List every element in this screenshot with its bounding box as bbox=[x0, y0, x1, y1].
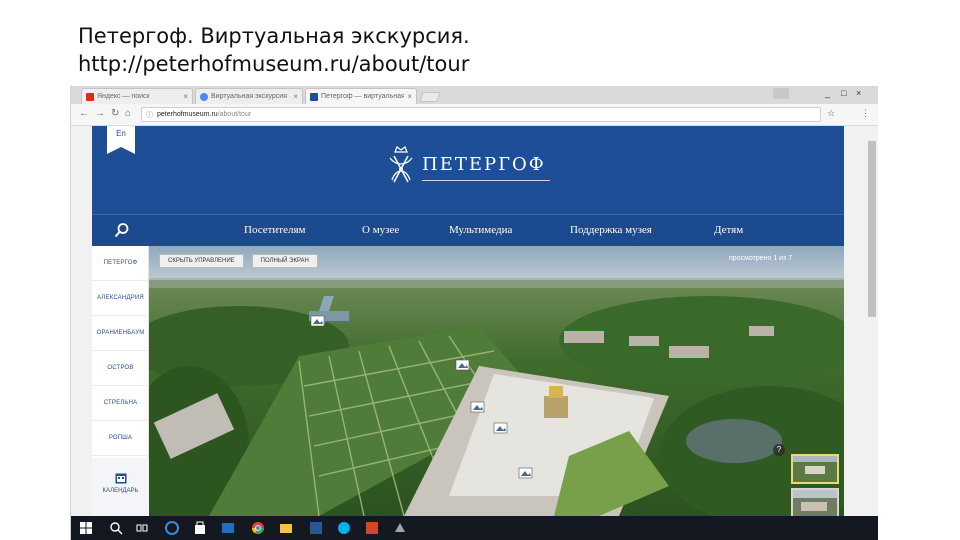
slide: Петергоф. Виртуальная экскурсия. http://… bbox=[0, 0, 960, 540]
browser-screenshot: Яндекс — поиск × Виртуальная экскурсия ×… bbox=[70, 86, 878, 540]
nav-support[interactable]: Поддержка музея bbox=[570, 224, 652, 236]
page-scrollbar[interactable] bbox=[866, 126, 878, 516]
panorama-thumbnail[interactable] bbox=[791, 454, 839, 484]
calendar-icon bbox=[115, 473, 126, 484]
site-header: En ПЕТЕРГОФ bbox=[92, 126, 844, 214]
close-window-icon[interactable]: × bbox=[856, 88, 861, 98]
website: En ПЕТЕРГОФ Посетителям О музее Мультиме… bbox=[92, 126, 844, 516]
language-switch[interactable]: En bbox=[107, 126, 135, 154]
url-host: peterhofmuseum.ru bbox=[157, 111, 218, 118]
logo-title: ПЕТЕРГОФ bbox=[422, 154, 546, 175]
browser-toolbar: ← → ↻ ⌂ ⓘ peterhofmuseum.ru/about/tour ☆… bbox=[71, 104, 878, 126]
slide-title-line1: Петергоф. Виртуальная экскурсия. bbox=[78, 24, 470, 48]
panorama-thumbnail[interactable] bbox=[791, 488, 839, 516]
slide-title: Петергоф. Виртуальная экскурсия. http://… bbox=[78, 22, 470, 78]
sidebar-item-peterhof[interactable]: ПЕТЕРГОФ bbox=[92, 246, 149, 281]
thumbnail-image bbox=[793, 490, 837, 516]
search-icon[interactable] bbox=[109, 521, 123, 535]
url-path: /about/tour bbox=[217, 111, 252, 118]
calendar-label: КАЛЕНДАРЬ bbox=[102, 488, 139, 494]
panorama-counter: просмотрено 1 из 7 bbox=[729, 255, 793, 262]
logo-divider bbox=[422, 180, 550, 181]
slide-title-line2: http://peterhofmuseum.ru/about/tour bbox=[78, 52, 470, 76]
chrome-icon bbox=[200, 92, 208, 101]
close-icon[interactable]: × bbox=[407, 92, 412, 101]
reload-icon[interactable]: ↻ bbox=[111, 108, 119, 119]
info-marker[interactable]: ? bbox=[773, 444, 785, 456]
forward-arrow-icon[interactable]: → bbox=[95, 108, 105, 119]
sidebar-item-alexandria[interactable]: АЛЕКСАНДРИЯ bbox=[92, 281, 149, 316]
app-icon[interactable] bbox=[393, 521, 407, 535]
word-icon[interactable] bbox=[309, 521, 323, 535]
scrollbar-thumb[interactable] bbox=[868, 141, 876, 317]
task-view-icon[interactable] bbox=[135, 521, 149, 535]
windows-taskbar bbox=[71, 516, 878, 540]
thumbnail-image bbox=[793, 456, 837, 482]
park-sidebar: ПЕТЕРГОФ АЛЕКСАНДРИЯ ОРАНИЕНБАУМ ОСТРОВ … bbox=[92, 246, 149, 516]
address-bar[interactable]: ⓘ peterhofmuseum.ru/about/tour bbox=[141, 107, 821, 122]
back-arrow-icon[interactable]: ← bbox=[79, 108, 89, 119]
sidebar-item-strelna[interactable]: СТРЕЛЬНА bbox=[92, 386, 149, 421]
chrome-icon[interactable] bbox=[251, 521, 265, 535]
panorama-view[interactable]: СКРЫТЬ УПРАВЛЕНИЕ ПОЛНЫЙ ЭКРАН просмотре… bbox=[149, 246, 844, 516]
browser-tab-tour[interactable]: Виртуальная экскурсия × bbox=[195, 88, 303, 104]
profile-icon[interactable] bbox=[773, 88, 789, 99]
sidebar-item-island[interactable]: ОСТРОВ bbox=[92, 351, 149, 386]
menu-dots-icon[interactable]: ⋮ bbox=[861, 108, 870, 119]
new-tab-button[interactable] bbox=[419, 92, 441, 102]
powerpoint-icon[interactable] bbox=[365, 521, 379, 535]
close-icon[interactable]: × bbox=[293, 92, 298, 101]
yandex-icon bbox=[86, 92, 94, 101]
bookmark-star-icon[interactable]: ☆ bbox=[827, 108, 835, 119]
info-icon[interactable]: ⓘ bbox=[146, 110, 153, 120]
search-icon[interactable] bbox=[114, 222, 130, 238]
crown-emblem-icon bbox=[389, 146, 413, 183]
peterhof-icon bbox=[310, 92, 318, 101]
skype-icon[interactable] bbox=[337, 521, 351, 535]
home-icon[interactable]: ⌂ bbox=[125, 108, 131, 119]
hide-controls-button[interactable]: СКРЫТЬ УПРАВЛЕНИЕ bbox=[159, 254, 244, 268]
tab-label: Петергоф — виртуальная bbox=[321, 93, 405, 100]
aerial-panorama-image bbox=[149, 246, 844, 516]
nav-about[interactable]: О музее bbox=[362, 224, 399, 236]
sidebar-calendar[interactable]: КАЛЕНДАРЬ bbox=[92, 458, 149, 516]
edge-browser-icon[interactable] bbox=[165, 521, 179, 535]
site-logo[interactable]: ПЕТЕРГОФ bbox=[382, 144, 562, 188]
tab-strip: Яндекс — поиск × Виртуальная экскурсия ×… bbox=[71, 86, 878, 104]
sidebar-item-ropsha[interactable]: РОПША bbox=[92, 421, 149, 456]
tab-label: Виртуальная экскурсия bbox=[211, 93, 288, 100]
store-icon[interactable] bbox=[193, 521, 207, 535]
close-icon[interactable]: × bbox=[183, 92, 188, 101]
sidebar-item-oranienbaum[interactable]: ОРАНИЕНБАУМ bbox=[92, 316, 149, 351]
nav-multimedia[interactable]: Мультимедиа bbox=[449, 224, 512, 236]
browser-tab-yandex[interactable]: Яндекс — поиск × bbox=[81, 88, 193, 104]
maximize-icon[interactable]: □ bbox=[841, 88, 846, 98]
panorama-controls: СКРЫТЬ УПРАВЛЕНИЕ ПОЛНЫЙ ЭКРАН bbox=[159, 254, 318, 268]
nav-visitors[interactable]: Посетителям bbox=[244, 224, 306, 236]
fullscreen-button[interactable]: ПОЛНЫЙ ЭКРАН bbox=[251, 254, 318, 268]
explorer-icon[interactable] bbox=[279, 521, 293, 535]
minimize-icon[interactable]: _ bbox=[825, 88, 830, 98]
nav-kids[interactable]: Детям bbox=[714, 224, 743, 236]
main-nav: Посетителям О музее Мультимедиа Поддержк… bbox=[92, 214, 844, 246]
windows-start-icon[interactable] bbox=[79, 521, 93, 535]
outlook-icon[interactable] bbox=[221, 521, 235, 535]
browser-tab-peterhof[interactable]: Петергоф — виртуальная × bbox=[305, 88, 417, 104]
tab-label: Яндекс — поиск bbox=[97, 93, 150, 100]
